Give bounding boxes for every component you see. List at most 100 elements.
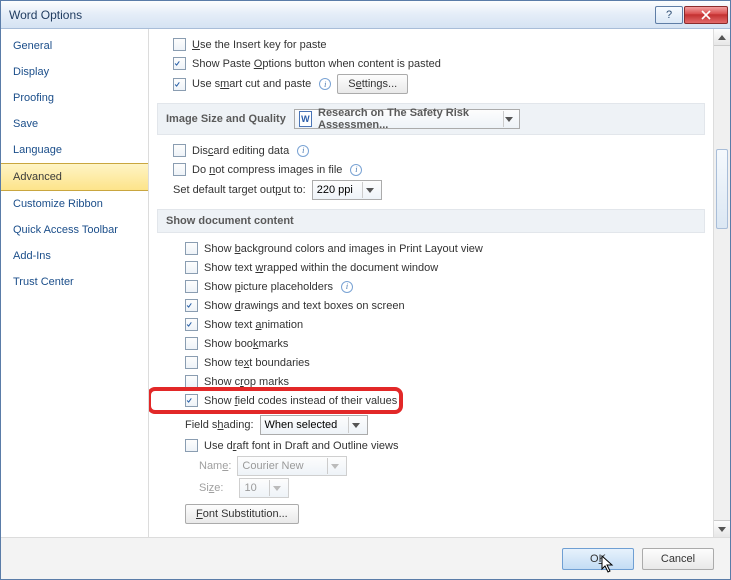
dialog-body: General Display Proofing Save Language A… bbox=[1, 29, 730, 537]
checkbox-field-codes[interactable] bbox=[185, 394, 198, 407]
font-substitution-button[interactable]: Font Substitution... bbox=[185, 504, 299, 524]
content-wrap: Use the Insert key for paste Show Paste … bbox=[149, 29, 730, 537]
cancel-button[interactable]: Cancel bbox=[642, 548, 714, 570]
section-image-title: Image Size and Quality bbox=[166, 113, 286, 125]
info-icon[interactable]: i bbox=[297, 145, 309, 157]
sidebar-item-advanced[interactable]: Advanced bbox=[1, 163, 148, 191]
vertical-scrollbar[interactable] bbox=[713, 29, 730, 537]
row-font-name: Name: Courier New bbox=[157, 455, 705, 477]
section-image-size: Image Size and Quality W Research on The… bbox=[157, 103, 705, 135]
row-use-insert-key: Use the Insert key for paste bbox=[157, 35, 705, 54]
label-bookmarks: Show bookmarks bbox=[204, 338, 288, 350]
row-bookmarks: Show bookmarks bbox=[157, 334, 705, 353]
sidebar-item-display[interactable]: Display bbox=[1, 59, 148, 85]
info-icon[interactable]: i bbox=[319, 78, 331, 90]
checkbox-bookmarks[interactable] bbox=[185, 337, 198, 350]
label-use-insert-key: Use the Insert key for paste bbox=[192, 39, 327, 51]
label-show-paste-options: Show Paste Options button when content i… bbox=[192, 58, 441, 70]
chevron-down-icon bbox=[503, 111, 515, 127]
label-smart-cut-paste: Use smart cut and paste bbox=[192, 78, 311, 90]
chevron-down-icon bbox=[327, 458, 342, 474]
font-name-value: Courier New bbox=[242, 460, 303, 472]
scroll-thumb[interactable] bbox=[716, 149, 728, 229]
row-font-substitution: Font Substitution... bbox=[157, 503, 705, 525]
row-bg-colors: Show background colors and images in Pri… bbox=[157, 239, 705, 258]
row-text-wrapped: Show text wrapped within the document wi… bbox=[157, 258, 705, 277]
checkbox-discard-editing[interactable] bbox=[173, 144, 186, 157]
sidebar-item-language[interactable]: Language bbox=[1, 137, 148, 163]
chevron-down-icon bbox=[362, 182, 377, 198]
row-smart-cut-paste: Use smart cut and paste i Settings... bbox=[157, 73, 705, 95]
sidebar-item-addins[interactable]: Add-Ins bbox=[1, 243, 148, 269]
checkbox-use-insert-key[interactable] bbox=[173, 38, 186, 51]
sidebar-item-proofing[interactable]: Proofing bbox=[1, 85, 148, 111]
checkbox-drawings[interactable] bbox=[185, 299, 198, 312]
checkbox-text-boundaries[interactable] bbox=[185, 356, 198, 369]
field-shading-select[interactable]: When selected bbox=[260, 415, 368, 435]
font-size-select: 10 bbox=[239, 478, 289, 498]
checkbox-no-compress[interactable] bbox=[173, 163, 186, 176]
checkbox-crop-marks[interactable] bbox=[185, 375, 198, 388]
checkbox-text-animation[interactable] bbox=[185, 318, 198, 331]
checkbox-picture-placeholders[interactable] bbox=[185, 280, 198, 293]
sidebar-item-trust-center[interactable]: Trust Center bbox=[1, 269, 148, 295]
sidebar-item-general[interactable]: General bbox=[1, 33, 148, 59]
label-field-codes: Show field codes instead of their values bbox=[204, 395, 397, 407]
label-text-wrapped: Show text wrapped within the document wi… bbox=[204, 262, 438, 274]
checkbox-smart-cut-paste[interactable] bbox=[173, 78, 186, 91]
checkbox-bg-colors[interactable] bbox=[185, 242, 198, 255]
row-default-target: Set default target output to: 220 ppi bbox=[157, 179, 705, 201]
scroll-down-arrow[interactable] bbox=[714, 520, 730, 537]
window-buttons: ? bbox=[654, 6, 728, 24]
sidebar-item-save[interactable]: Save bbox=[1, 111, 148, 137]
word-doc-icon: W bbox=[299, 111, 312, 127]
label-bg-colors: Show background colors and images in Pri… bbox=[204, 243, 483, 255]
checkbox-text-wrapped[interactable] bbox=[185, 261, 198, 274]
window-title: Word Options bbox=[9, 8, 654, 22]
label-text-boundaries: Show text boundaries bbox=[204, 357, 310, 369]
row-field-shading: Field shading: When selected bbox=[157, 414, 705, 436]
chevron-down-icon bbox=[348, 417, 363, 433]
default-target-select[interactable]: 220 ppi bbox=[312, 180, 382, 200]
font-name-select: Courier New bbox=[237, 456, 347, 476]
checkbox-draft-font[interactable] bbox=[185, 439, 198, 452]
row-discard-editing: Discard editing data i bbox=[157, 141, 705, 160]
row-text-animation: Show text animation bbox=[157, 315, 705, 334]
label-crop-marks: Show crop marks bbox=[204, 376, 289, 388]
titlebar: Word Options ? bbox=[1, 1, 730, 29]
row-draft-font: Use draft font in Draft and Outline view… bbox=[157, 436, 705, 455]
document-select-value: Research on The Safety Risk Assessmen... bbox=[318, 107, 497, 131]
document-select[interactable]: W Research on The Safety Risk Assessmen.… bbox=[294, 109, 520, 129]
label-draft-font: Use draft font in Draft and Outline view… bbox=[204, 440, 398, 452]
sidebar-item-customize-ribbon[interactable]: Customize Ribbon bbox=[1, 191, 148, 217]
scroll-up-arrow[interactable] bbox=[714, 29, 730, 46]
label-font-size: Size: bbox=[199, 482, 223, 494]
svg-text:?: ? bbox=[666, 10, 672, 20]
font-size-value: 10 bbox=[244, 482, 256, 494]
row-show-paste-options: Show Paste Options button when content i… bbox=[157, 54, 705, 73]
ok-button[interactable]: OK bbox=[562, 548, 634, 570]
row-font-size: Size: 10 bbox=[157, 477, 705, 499]
label-picture-placeholders: Show picture placeholders bbox=[204, 281, 333, 293]
section-show-document-title: Show document content bbox=[166, 215, 294, 227]
sidebar-item-qat[interactable]: Quick Access Toolbar bbox=[1, 217, 148, 243]
chevron-down-icon bbox=[269, 480, 284, 496]
default-target-value: 220 ppi bbox=[317, 184, 353, 196]
row-crop-marks: Show crop marks bbox=[157, 372, 705, 391]
section-show-document: Show document content bbox=[157, 209, 705, 233]
row-no-compress: Do not compress images in file i bbox=[157, 160, 705, 179]
field-shading-value: When selected bbox=[265, 419, 338, 431]
settings-button[interactable]: Settings... bbox=[337, 74, 408, 94]
help-button[interactable]: ? bbox=[655, 6, 683, 24]
info-icon[interactable]: i bbox=[341, 281, 353, 293]
close-button[interactable] bbox=[684, 6, 728, 24]
checkbox-show-paste-options[interactable] bbox=[173, 57, 186, 70]
options-dialog: Word Options ? General Display Proofing … bbox=[0, 0, 731, 580]
label-default-target: Set default target output to: bbox=[173, 184, 306, 196]
label-text-animation: Show text animation bbox=[204, 319, 303, 331]
row-picture-placeholders: Show picture placeholders i bbox=[157, 277, 705, 296]
row-field-codes: Show field codes instead of their values bbox=[157, 391, 397, 410]
content-pane: Use the Insert key for paste Show Paste … bbox=[149, 29, 713, 537]
row-text-boundaries: Show text boundaries bbox=[157, 353, 705, 372]
info-icon[interactable]: i bbox=[350, 164, 362, 176]
